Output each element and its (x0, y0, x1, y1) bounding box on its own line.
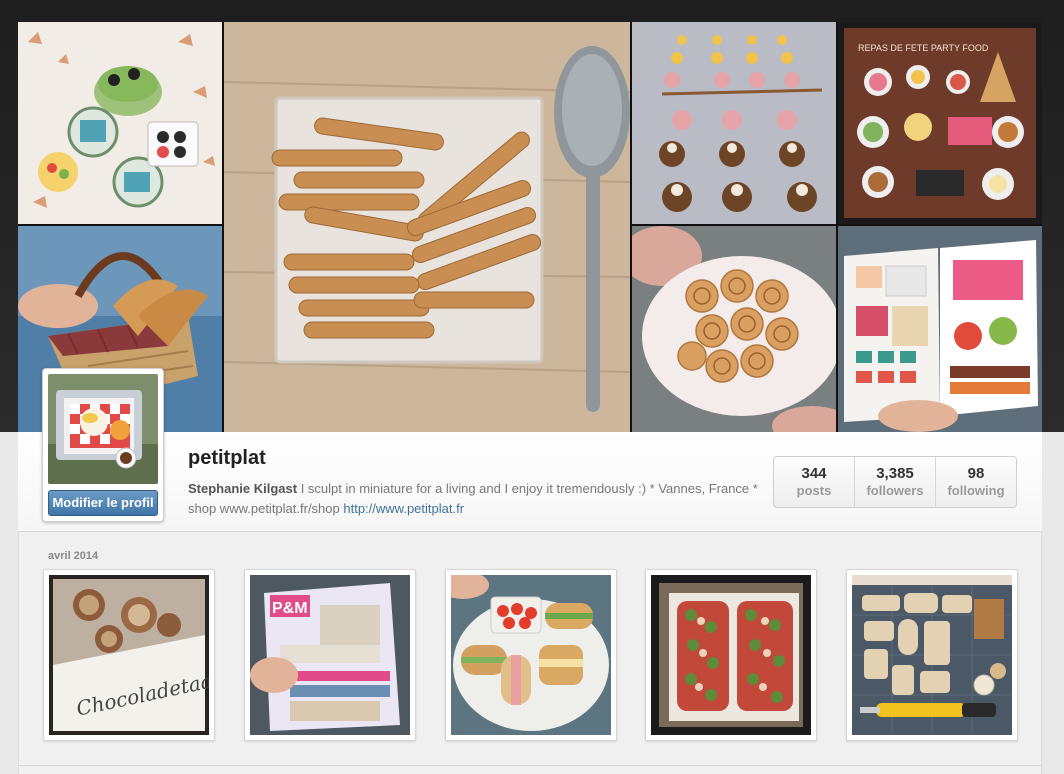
avatar-photo (48, 374, 158, 484)
stat-following-label: following (947, 483, 1005, 498)
magazine-title: P&M (272, 600, 308, 617)
collage-tile-cupcakes[interactable] (632, 22, 836, 224)
collage-tile-pastries[interactable] (632, 226, 836, 432)
stat-followers[interactable]: 3,385 followers (855, 457, 936, 507)
stat-posts-count: 344 (801, 465, 827, 482)
feed-photo-2[interactable]: P&M (244, 569, 416, 741)
stat-following[interactable]: 98 following (936, 457, 1016, 507)
collage-tile-baguettes[interactable] (224, 22, 630, 432)
pizza-photo (651, 575, 811, 735)
stat-followers-count: 3,385 (876, 465, 914, 482)
profile-full-name: Stephanie Kilgast (188, 481, 298, 496)
collage-tile-cake[interactable] (18, 22, 222, 224)
baguettes-photo (224, 22, 630, 432)
feed-photo-1[interactable]: Chocoladetaart (43, 569, 215, 741)
edit-profile-button[interactable]: Modifier le profil (48, 490, 158, 516)
profile-username: petitplat (188, 447, 266, 469)
party-food-photo: REPAS DE FETE PARTY FOOD (838, 22, 1042, 224)
cake-photo (18, 22, 222, 224)
cupcakes-photo (632, 22, 836, 224)
collage-tile-magazine[interactable] (838, 226, 1042, 432)
profile-website-link[interactable]: http://www.petitplat.fr (343, 501, 464, 516)
profile-stats: 344 posts 3,385 followers 98 following (773, 456, 1017, 508)
profile-bio: Stephanie Kilgast I sculpt in miniature … (188, 479, 758, 519)
magazine-cover-photo: P&M (250, 575, 410, 735)
cover-collage: REPAS DE FETE PARTY FOOD (18, 22, 1042, 432)
pastries-photo (632, 226, 836, 432)
chocolate-tart-photo: Chocoladetaart (49, 575, 209, 735)
feed-divider (18, 765, 1042, 766)
cutting-board-photo (852, 575, 1012, 735)
stat-following-count: 98 (967, 465, 985, 482)
sandwich-plate-photo (451, 575, 611, 735)
avatar-card: Modifier le profil (42, 368, 164, 522)
stat-followers-label: followers (866, 483, 924, 498)
collage-tile-party-food[interactable]: REPAS DE FETE PARTY FOOD (838, 22, 1042, 224)
stat-posts[interactable]: 344 posts (774, 457, 855, 507)
stat-posts-label: posts (796, 483, 832, 498)
feed-photo-4[interactable] (645, 569, 817, 741)
feed-photo-5[interactable] (846, 569, 1018, 741)
feed-photo-3[interactable] (445, 569, 617, 741)
month-label: avril 2014 (48, 550, 99, 562)
avatar[interactable] (48, 374, 158, 484)
party-food-caption: REPAS DE FETE PARTY FOOD (858, 43, 989, 53)
magazine-photo (838, 226, 1042, 432)
